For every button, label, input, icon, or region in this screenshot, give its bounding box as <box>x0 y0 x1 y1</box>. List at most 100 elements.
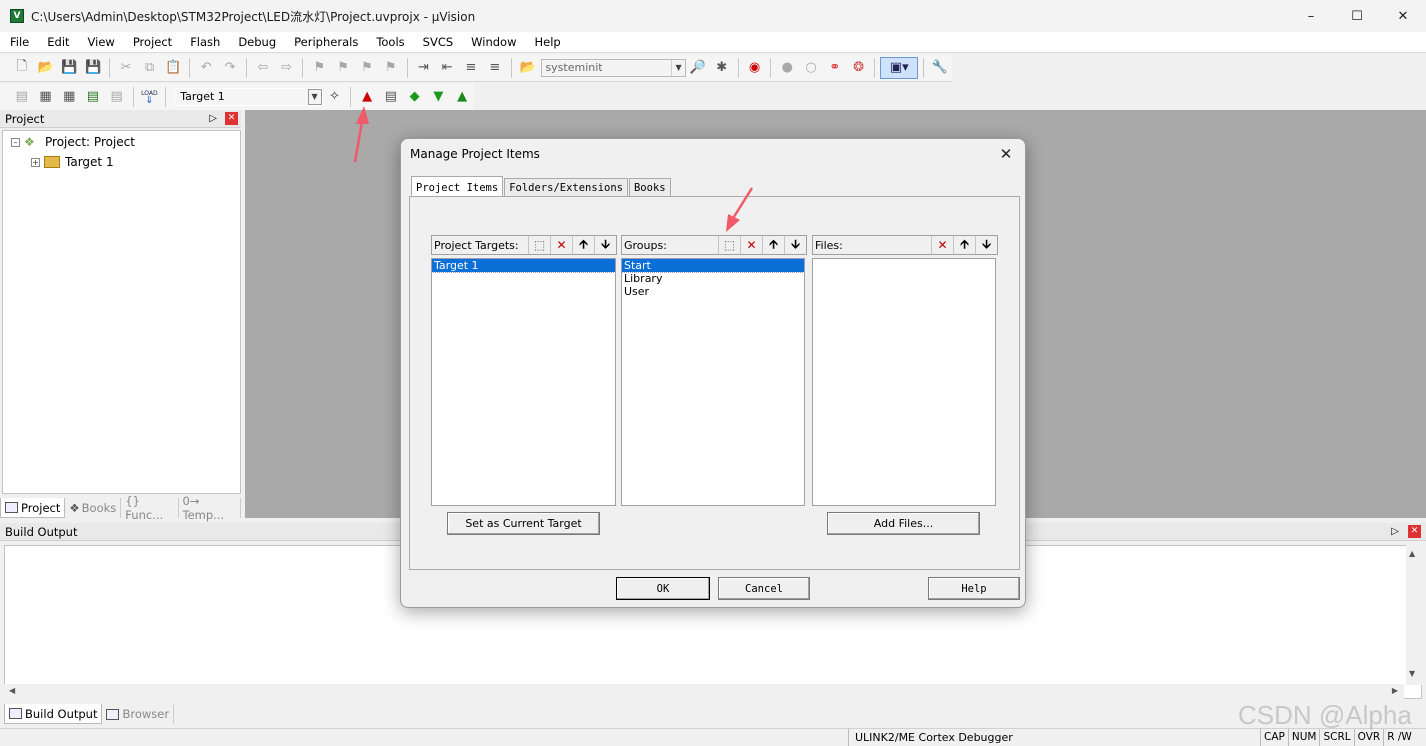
horizontal-scrollbar[interactable]: ◀ ▶ <box>4 684 1404 699</box>
find-in-files-icon[interactable]: 📂 <box>517 57 539 79</box>
nav-back-icon[interactable]: ⇦ <box>252 57 274 79</box>
maximize-button[interactable]: ☐ <box>1334 0 1380 32</box>
build-icon[interactable]: ▦ <box>35 86 57 108</box>
rebuild-icon[interactable]: ▦ <box>58 86 80 108</box>
delete-file-icon[interactable]: ✕ <box>931 236 953 254</box>
target-options-icon[interactable]: ✧ <box>324 86 346 108</box>
tab-project[interactable]: Project <box>0 498 66 518</box>
targets-list[interactable]: Target 1 <box>431 258 616 506</box>
close-icon[interactable]: ✕ <box>225 112 238 125</box>
tab-templates[interactable]: 0→ Temp... <box>179 494 241 522</box>
menu-help[interactable]: Help <box>525 35 569 49</box>
target-combo[interactable]: Target 1 ▼ <box>174 87 323 106</box>
cut-icon[interactable]: ✂ <box>115 57 137 79</box>
tab-project-items[interactable]: Project Items <box>411 176 504 198</box>
pin-icon[interactable]: ▷ <box>1391 523 1399 541</box>
paste-icon[interactable]: 📋 <box>163 57 185 79</box>
tab-browser[interactable]: Browser <box>102 704 175 724</box>
menu-edit[interactable]: Edit <box>37 35 77 49</box>
minimize-button[interactable]: – <box>1288 0 1334 32</box>
open-file-icon[interactable]: 📂 <box>35 57 57 79</box>
redo-icon[interactable]: ↷ <box>219 57 241 79</box>
select-software-packs-icon[interactable]: ▼ <box>427 86 449 108</box>
collapse-icon[interactable]: – <box>11 137 20 147</box>
menu-project[interactable]: Project <box>123 35 180 49</box>
menu-peripherals[interactable]: Peripherals <box>284 35 366 49</box>
find-icon[interactable]: 🔎 <box>687 57 709 79</box>
set-current-target-button[interactable]: Set as Current Target <box>447 512 600 535</box>
window-layout-icon[interactable]: ▣▾ <box>880 56 919 79</box>
incremental-find-icon[interactable]: ✱ <box>711 57 733 79</box>
tab-books[interactable]: ❖ Books <box>65 498 122 518</box>
save-all-icon[interactable]: 💾 <box>82 57 104 79</box>
copy-icon[interactable]: ⧉ <box>139 57 161 79</box>
new-group-icon[interactable]: ⬚ <box>718 236 740 254</box>
next-bookmark-icon[interactable]: ⚑ <box>356 57 378 79</box>
menu-file[interactable]: File <box>0 35 37 49</box>
close-icon[interactable]: ✕ <box>1408 525 1421 538</box>
download-icon[interactable]: LOAD ⇓ <box>139 86 161 108</box>
bookmark-icon[interactable]: ⚑ <box>308 57 330 79</box>
nav-forward-icon[interactable]: ⇨ <box>276 57 298 79</box>
manage-multi-project-icon[interactable]: ▤ <box>380 86 402 108</box>
menu-tools[interactable]: Tools <box>366 35 412 49</box>
menu-svcs[interactable]: SVCS <box>413 35 462 49</box>
list-item-group-library[interactable]: Library <box>622 272 804 285</box>
menu-view[interactable]: View <box>78 35 123 49</box>
move-up-icon[interactable]: 🡩 <box>953 236 975 254</box>
disable-breakpoint-icon[interactable]: ○ <box>800 57 822 79</box>
dialog-close-button[interactable]: ✕ <box>995 143 1017 165</box>
batch-build-icon[interactable]: ▤ <box>82 86 104 108</box>
files-list[interactable] <box>812 258 996 506</box>
groups-list[interactable]: Start Library User <box>621 258 805 506</box>
pack-installer-icon[interactable]: ▲ <box>451 86 473 108</box>
cancel-button[interactable]: Cancel <box>718 577 810 600</box>
scroll-left-icon[interactable]: ◀ <box>9 686 15 695</box>
move-up-icon[interactable]: 🡩 <box>572 236 594 254</box>
pin-icon[interactable]: ▷ <box>209 110 217 128</box>
add-files-button[interactable]: Add Files... <box>827 512 980 535</box>
tab-books[interactable]: Books <box>628 178 671 197</box>
new-file-icon[interactable]: 🗋 <box>11 57 33 79</box>
disable-all-breakpoints-icon[interactable]: ❂ <box>848 57 870 79</box>
menu-window[interactable]: Window <box>461 35 524 49</box>
list-item-group-start[interactable]: Start <box>621 258 805 273</box>
scroll-down-icon[interactable]: ▼ <box>1409 669 1415 678</box>
delete-group-icon[interactable]: ✕ <box>740 236 762 254</box>
manage-run-time-env-icon[interactable]: ◆ <box>404 86 426 108</box>
delete-target-icon[interactable]: ✕ <box>550 236 572 254</box>
move-down-icon[interactable]: 🡫 <box>975 236 997 254</box>
function-combo[interactable]: systeminit ▼ <box>541 58 687 77</box>
prev-bookmark-icon[interactable]: ⚑ <box>332 57 354 79</box>
tree-item-project[interactable]: – ❖ Project: Project <box>11 133 135 151</box>
vertical-scrollbar[interactable]: ▲ ▼ <box>1406 545 1422 685</box>
save-icon[interactable]: 💾 <box>58 57 80 79</box>
tab-folders-extensions[interactable]: Folders/Extensions <box>504 178 628 197</box>
expand-icon[interactable]: + <box>31 157 40 167</box>
list-item-target[interactable]: Target 1 <box>431 258 616 273</box>
tree-item-target[interactable]: + Target 1 <box>31 153 114 171</box>
scroll-right-icon[interactable]: ▶ <box>1392 686 1398 695</box>
breakpoint-icon[interactable]: ● <box>776 57 798 79</box>
move-down-icon[interactable]: 🡫 <box>594 236 616 254</box>
new-target-icon[interactable]: ⬚ <box>528 236 550 254</box>
list-item-group-user[interactable]: User <box>622 285 804 298</box>
close-window-button[interactable]: ✕ <box>1380 0 1426 32</box>
stop-build-icon[interactable]: ▤ <box>106 86 128 108</box>
indent-icon[interactable]: ⇥ <box>413 57 435 79</box>
clear-bookmarks-icon[interactable]: ⚑ <box>380 57 402 79</box>
move-down-icon[interactable]: 🡫 <box>784 236 806 254</box>
comment-icon[interactable]: ≡ <box>460 57 482 79</box>
translate-icon[interactable]: ▤ <box>11 86 33 108</box>
configure-wrench-icon[interactable]: 🔧 <box>929 57 951 79</box>
ok-button[interactable]: OK <box>616 577 710 600</box>
menu-debug[interactable]: Debug <box>228 35 284 49</box>
menu-flash[interactable]: Flash <box>180 35 228 49</box>
uncomment-icon[interactable]: ≡ <box>484 57 506 79</box>
debug-session-icon[interactable]: ◉ <box>744 57 766 79</box>
unindent-icon[interactable]: ⇤ <box>436 57 458 79</box>
tab-functions[interactable]: {} Func... <box>121 494 179 522</box>
move-up-icon[interactable]: 🡩 <box>762 236 784 254</box>
scroll-up-icon[interactable]: ▲ <box>1409 549 1415 558</box>
kill-breakpoints-icon[interactable]: ⚭ <box>824 57 846 79</box>
